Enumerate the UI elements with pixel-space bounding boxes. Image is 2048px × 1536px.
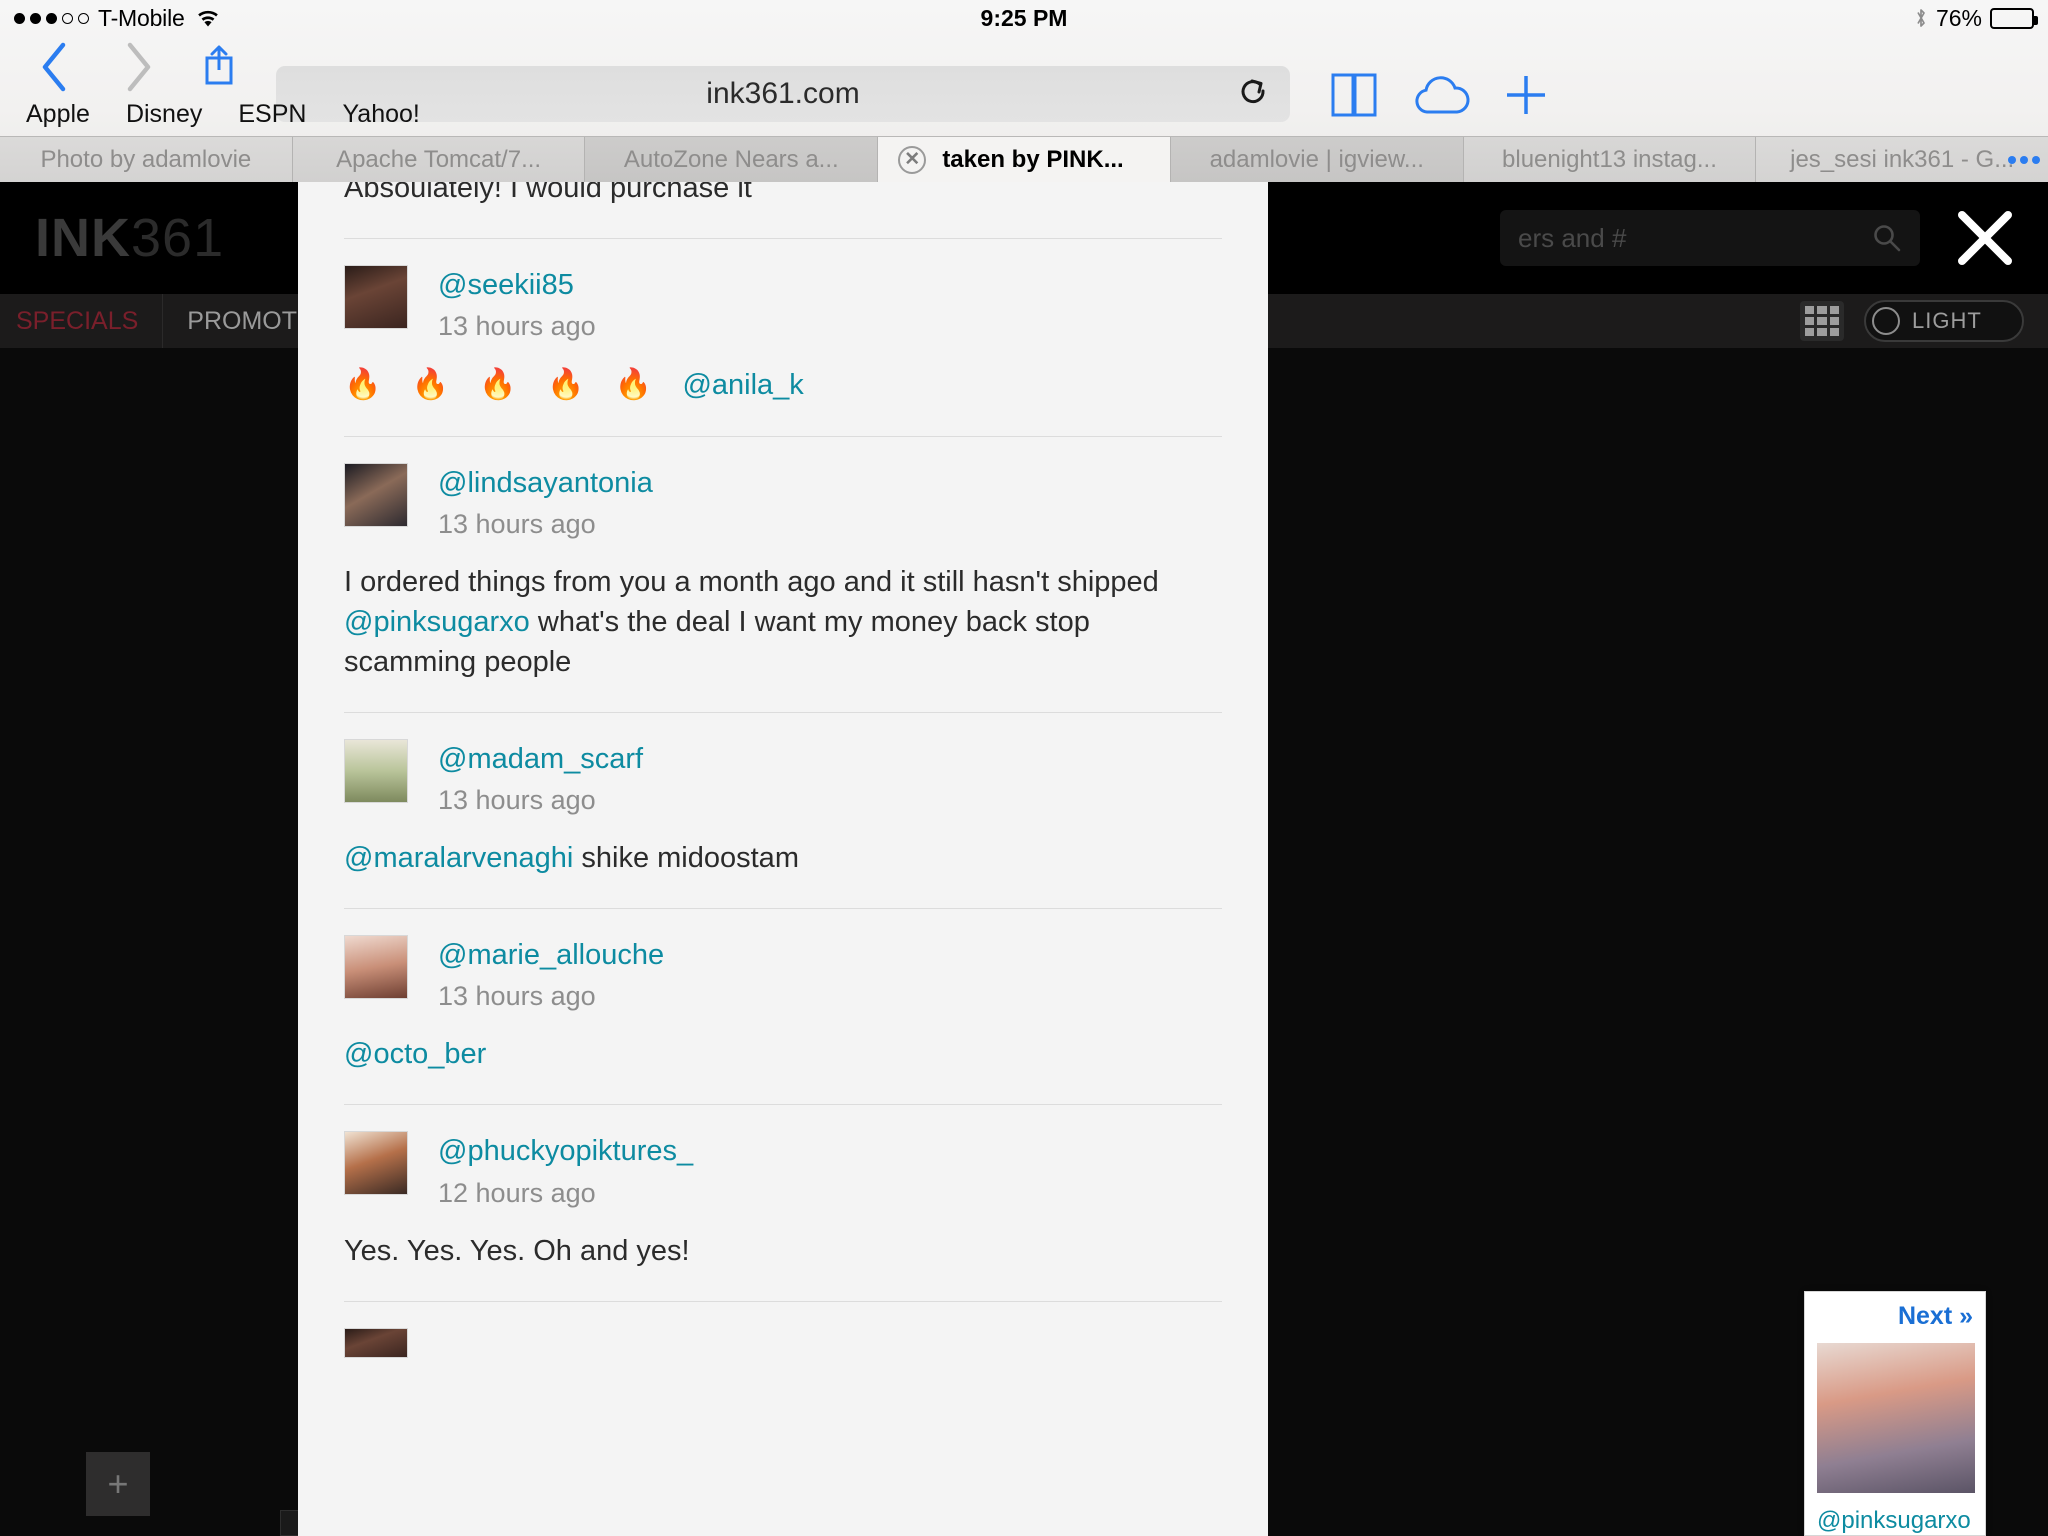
- comment-item: @marie_allouche 13 hours ago @octo_ber: [344, 909, 1222, 1106]
- tab-apache-tomcat[interactable]: Apache Tomcat/7...: [292, 137, 586, 182]
- bookmark-disney[interactable]: Disney: [126, 100, 202, 129]
- comment-username[interactable]: @marie_allouche: [438, 937, 664, 973]
- comment-username[interactable]: @lindsayantonia: [438, 465, 653, 501]
- logo-bold-part: INK: [35, 208, 131, 268]
- comment-item: @lindsayantonia 13 hours ago I ordered t…: [344, 437, 1222, 713]
- comment-mention[interactable]: @pinksugarxo: [344, 606, 530, 638]
- browser-toolbar: ink361.com: [0, 36, 2048, 122]
- search-icon[interactable]: [1872, 223, 1902, 253]
- comment-username[interactable]: @madam_scarf: [438, 741, 643, 777]
- safari-browser-chrome: T-Mobile 9:25 PM 76% ink361.com Apple Di…: [0, 0, 2048, 182]
- next-photo-card[interactable]: Next » @pinksugarxo: [1804, 1291, 1986, 1536]
- next-photo-username[interactable]: @pinksugarxo: [1817, 1507, 1973, 1535]
- bookmark-apple[interactable]: Apple: [26, 100, 90, 129]
- avatar[interactable]: [344, 1131, 408, 1196]
- bookmark-espn[interactable]: ESPN: [238, 100, 306, 129]
- ios-status-bar: T-Mobile 9:25 PM 76%: [0, 0, 2048, 36]
- comments-lightbox: 13 hours ago Absoulately! I would purcha…: [298, 182, 1268, 1536]
- subnav-right-controls: LIGHT: [1800, 300, 2024, 342]
- status-bar-right: 76%: [1914, 0, 2038, 36]
- comment-mention[interactable]: @maralarvenaghi: [344, 842, 573, 874]
- grid-icon[interactable]: [1800, 301, 1844, 341]
- comments-list: 13 hours ago Absoulately! I would purcha…: [298, 182, 1268, 1358]
- tab-label: bluenight13 instag...: [1502, 145, 1717, 173]
- comment-text: Absoulately! I would purchase it: [344, 182, 752, 204]
- tab-taken-by-pink[interactable]: ✕ taken by PINK...: [878, 137, 1171, 182]
- comment-mention[interactable]: @anila_k: [682, 369, 803, 401]
- clock-label: 9:25 PM: [980, 4, 1068, 31]
- comment-text: @octo_ber: [344, 1034, 1222, 1074]
- comment-text: Yes. Yes. Yes. Oh and yes!: [344, 1234, 690, 1267]
- search-input[interactable]: ers and #: [1500, 210, 1920, 266]
- tab-label: adamlovie | igview...: [1209, 145, 1424, 173]
- back-button[interactable]: [32, 36, 78, 98]
- tab-strip: Photo by adamlovie Apache Tomcat/7... Au…: [0, 136, 2048, 182]
- logo-light-part: 361: [131, 208, 225, 268]
- comment-username[interactable]: @phuckyopiktures_: [438, 1133, 693, 1169]
- avatar[interactable]: [344, 935, 408, 1000]
- tab-bluenight13-instagram[interactable]: bluenight13 instag...: [1463, 137, 1757, 182]
- comment-emoji: 🔥 🔥 🔥 🔥 🔥: [344, 368, 683, 402]
- comment-item: @phuckyopiktures_ 12 hours ago Yes. Yes.…: [344, 1105, 1222, 1302]
- light-toggle-label: LIGHT: [1912, 308, 1982, 333]
- subnav-item-specials[interactable]: SPECIALS: [0, 294, 164, 348]
- avatar[interactable]: [344, 265, 408, 330]
- comment-item: @madam_scarf 13 hours ago @maralarvenagh…: [344, 713, 1222, 910]
- search-placeholder: ers and #: [1518, 222, 1627, 253]
- bookmarks-bar: Apple Disney ESPN Yahoo!: [0, 92, 2048, 136]
- tab-label: taken by PINK...: [942, 145, 1124, 173]
- bluetooth-icon: [1914, 7, 1928, 29]
- battery-percent-label: 76%: [1935, 4, 1982, 31]
- comment-timestamp: 13 hours ago: [438, 311, 596, 342]
- comment-text-after: shike midoostam: [573, 842, 799, 875]
- comment-item: 13 hours ago Absoulately! I would purcha…: [344, 182, 1222, 240]
- comment-timestamp: 12 hours ago: [438, 1177, 596, 1208]
- avatar[interactable]: [344, 738, 408, 803]
- comment-timestamp: 13 hours ago: [438, 981, 596, 1012]
- comment-text: I ordered things from you a month ago an…: [344, 562, 1222, 682]
- avatar[interactable]: [344, 462, 408, 527]
- tab-label: AutoZone Nears a...: [623, 145, 839, 173]
- add-button[interactable]: +: [86, 1452, 150, 1516]
- tab-label: Photo by adamlovie: [40, 145, 252, 173]
- bookmark-yahoo[interactable]: Yahoo!: [342, 100, 419, 129]
- tab-photo-by-adamlovie[interactable]: Photo by adamlovie: [0, 137, 293, 182]
- more-dots-icon[interactable]: [2008, 155, 2041, 164]
- comment-username[interactable]: @seekii85: [438, 267, 596, 303]
- light-mode-toggle[interactable]: LIGHT: [1864, 300, 2024, 342]
- comment-mention[interactable]: @octo_ber: [344, 1038, 486, 1070]
- comment-text: 🔥 🔥 🔥 🔥 🔥 @anila_k: [344, 364, 1222, 405]
- tab-adamlovie-igview[interactable]: adamlovie | igview...: [1170, 137, 1464, 182]
- close-circle-icon[interactable]: ✕: [898, 145, 927, 174]
- toggle-knob: [1872, 307, 1900, 335]
- tab-autozone[interactable]: AutoZone Nears a...: [585, 137, 879, 182]
- close-icon[interactable]: [1950, 203, 2020, 273]
- share-icon[interactable]: [194, 36, 244, 98]
- battery-icon: [1990, 7, 2038, 29]
- forward-button[interactable]: [114, 36, 160, 98]
- tab-label: jes_sesi ink361 - G...: [1790, 145, 2015, 173]
- comment-item: [344, 1302, 1222, 1358]
- avatar[interactable]: [344, 1327, 408, 1358]
- next-link[interactable]: Next »: [1817, 1302, 1973, 1331]
- comment-text-before: I ordered things from you a month ago an…: [344, 565, 1159, 598]
- comment-timestamp: 13 hours ago: [438, 785, 596, 816]
- tab-label: Apache Tomcat/7...: [336, 145, 542, 173]
- comment-timestamp: 13 hours ago: [438, 508, 596, 539]
- ink361-logo[interactable]: INK361: [35, 211, 224, 265]
- tab-jes-sesi-ink361[interactable]: jes_sesi ink361 - G...: [1756, 137, 2048, 182]
- comment-item: @seekii85 13 hours ago 🔥 🔥 🔥 🔥 🔥 @anila_…: [344, 239, 1222, 437]
- comment-text: @maralarvenaghi shike midoostam: [344, 838, 1222, 878]
- next-photo-thumbnail[interactable]: [1817, 1343, 1975, 1493]
